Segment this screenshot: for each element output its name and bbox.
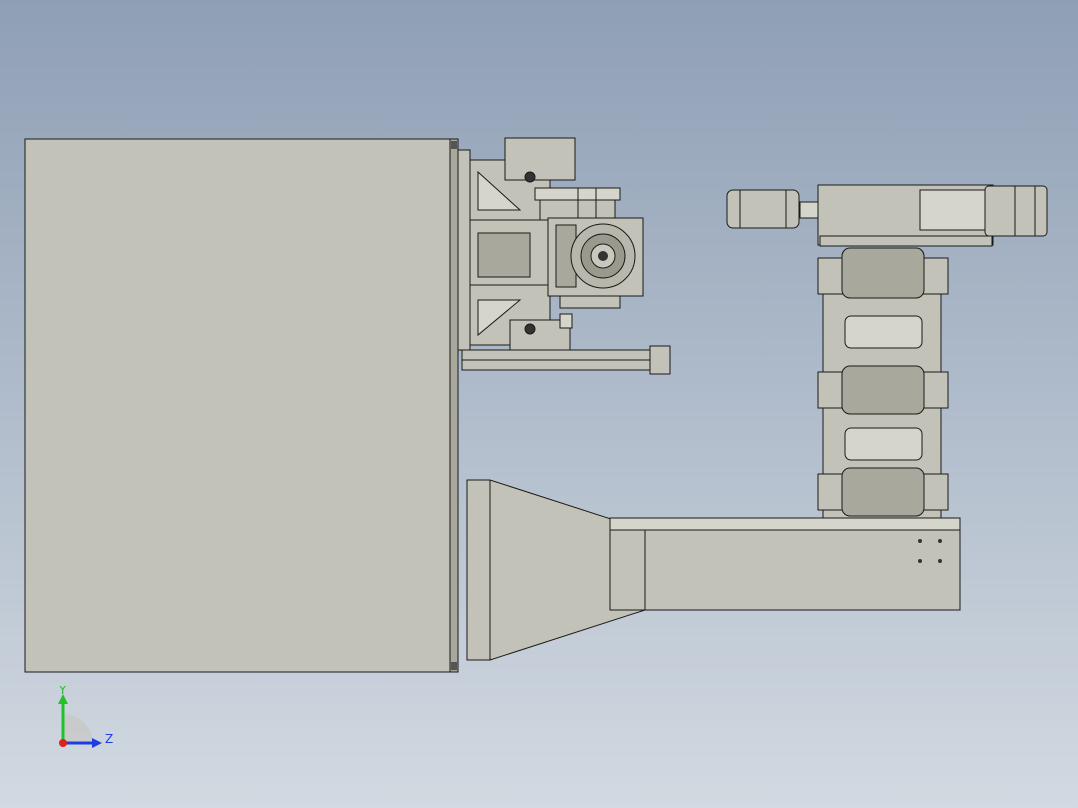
gearbox[interactable] (547, 217, 644, 309)
z-axis-label: Z (105, 732, 113, 746)
support-rod[interactable] (461, 345, 671, 375)
conveyor-channel[interactable] (609, 517, 961, 611)
roller-bottom[interactable] (817, 467, 949, 517)
y-axis-label: Y (58, 686, 67, 697)
triad-quadrant (63, 714, 93, 743)
z-axis-arrowhead (92, 738, 102, 748)
roller-tower[interactable] (817, 247, 949, 519)
air-cylinder[interactable] (726, 184, 1048, 247)
roller-middle[interactable] (817, 365, 949, 415)
cad-viewport[interactable]: Y Z (0, 0, 1078, 808)
axis-triad: Y Z (58, 686, 113, 748)
main-box[interactable] (24, 138, 459, 673)
roller-top[interactable] (817, 247, 949, 299)
pulley[interactable] (534, 187, 621, 221)
x-axis-dot (59, 739, 67, 747)
assembly-model[interactable] (0, 0, 1078, 808)
